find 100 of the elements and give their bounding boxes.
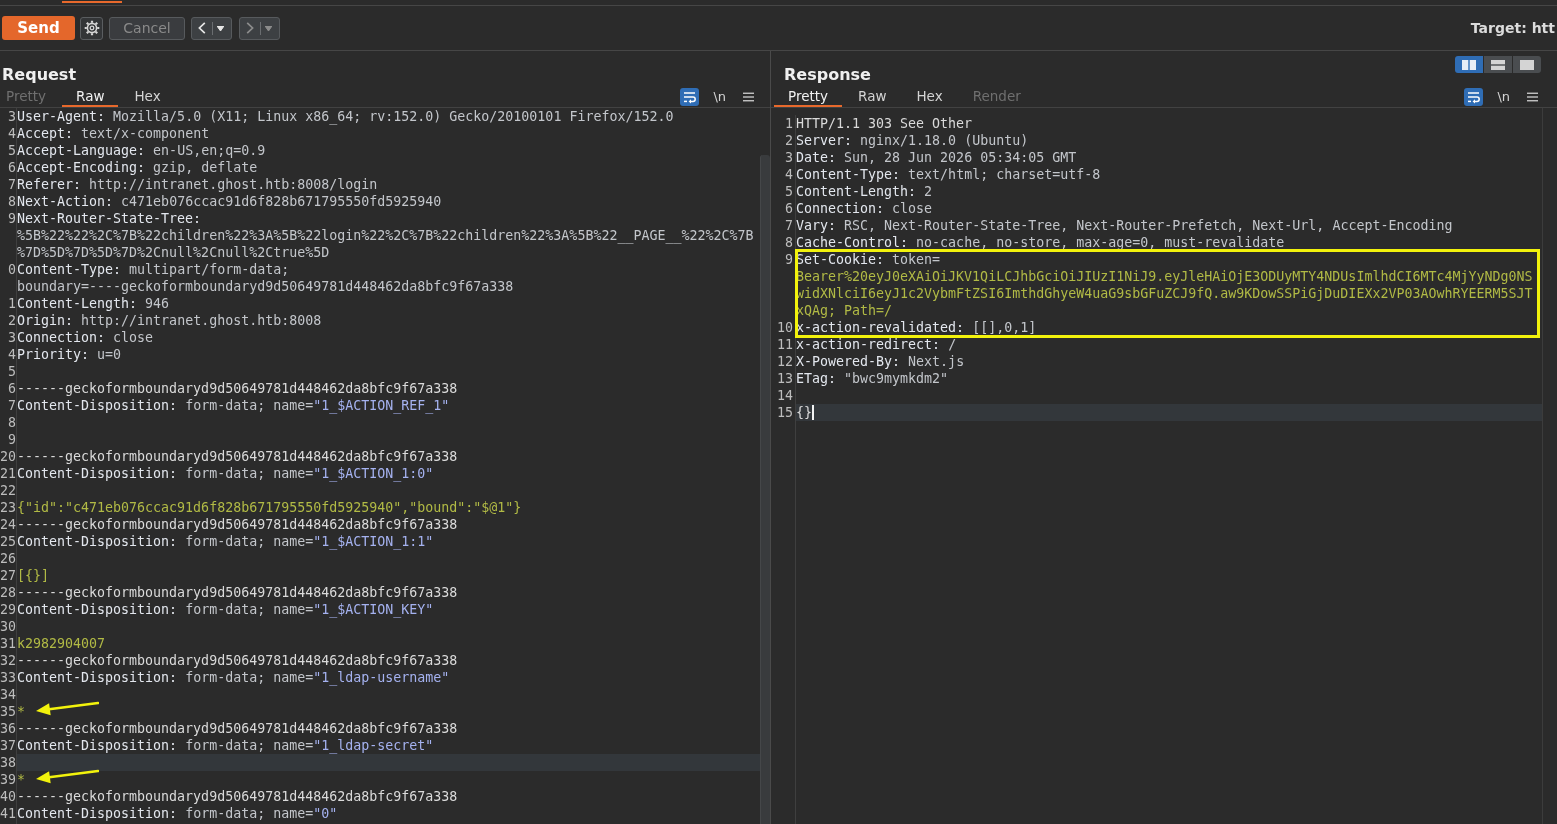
line-number: 13 xyxy=(771,370,796,387)
line-number: 32 xyxy=(0,652,17,669)
line-number: 1 xyxy=(0,295,17,312)
line-number: 4 xyxy=(0,346,17,363)
code-line: Content-Disposition: form-data; name="0" xyxy=(17,805,338,822)
code-line: Next-Action: c471eb076ccac91d6f828b671795550fd5925940 xyxy=(17,193,442,210)
code-line: Date: Sun, 28 Jun 2026 05:34:05 GMT xyxy=(796,149,1077,166)
code-line: Content-Disposition: form-data; name="1_$ACTION_KEY" xyxy=(17,601,434,618)
code-line: * xyxy=(17,771,25,788)
code-line: ------geckoformboundaryd9d50649781d448462da8bfc9f67a338 xyxy=(17,720,458,737)
code-line: ------geckoformboundaryd9d50649781d448462da8bfc9f67a338 xyxy=(17,788,458,805)
line-number: 39 xyxy=(0,771,17,788)
line-number: 9 xyxy=(0,210,17,261)
line-number: 31 xyxy=(0,635,17,652)
code-line: Accept-Encoding: gzip, deflate xyxy=(17,159,258,176)
newline-toggle[interactable]: \n xyxy=(709,88,730,105)
code-line: Referer: http://intranet.ghost.htb:8008/login xyxy=(17,176,378,193)
layout-button[interactable] xyxy=(1455,56,1483,73)
line-number: 8 xyxy=(771,234,796,251)
code-line: {"id":"c471eb076ccac91d6f828b671795550fd5925940","bound":"$@1"} xyxy=(17,499,522,516)
line-number: 3 xyxy=(0,329,17,346)
line-number: 1 xyxy=(771,115,796,132)
chevron-left-icon xyxy=(198,22,206,34)
code-line: Content-Length: 946 xyxy=(17,295,170,312)
code-line: Vary: RSC, Next-Router-State-Tree, Next-Router-Prefetch, Next-Url, Accept-Encoding xyxy=(796,217,1453,234)
tab[interactable]: Pretty xyxy=(774,86,843,107)
line-number: 5 xyxy=(0,363,17,380)
line-number: 33 xyxy=(0,669,17,686)
line-number: 8 xyxy=(0,193,17,210)
settings-icon xyxy=(83,20,100,36)
line-number: 14 xyxy=(771,387,796,404)
code-line: Accept: text/x-component xyxy=(17,125,210,142)
chevron-right-icon xyxy=(246,22,254,34)
scrollbar[interactable] xyxy=(760,155,770,824)
code-line: ------geckoformboundaryd9d50649781d448462da8bfc9f67a338 xyxy=(17,652,458,669)
code-line: ------geckoformboundaryd9d50649781d448462da8bfc9f67a338 xyxy=(17,448,458,465)
line-number: 40 xyxy=(0,788,17,805)
code-line: Content-Disposition: form-data; name="1_ldap-username" xyxy=(17,669,450,686)
code-line: Server: nginx/1.18.0 (Ubuntu) xyxy=(796,132,1029,149)
line-number: 2 xyxy=(771,132,796,149)
two-rows-icon xyxy=(1491,59,1505,70)
layout-button[interactable] xyxy=(1513,56,1541,73)
caret-down-icon xyxy=(217,25,224,31)
code-line: User-Agent: Mozilla/5.0 (X11; Linux x86_64; rv:152.0) Gecko/20100101 Firefox/152.0 xyxy=(17,108,674,125)
settings-button[interactable] xyxy=(80,16,103,40)
word-wrap-icon[interactable] xyxy=(680,87,700,106)
code-line: {} xyxy=(796,404,812,421)
line-number: 22 xyxy=(0,482,17,499)
two-columns-icon xyxy=(1462,59,1476,70)
line-number: 23 xyxy=(0,499,17,516)
menu-icon[interactable] xyxy=(743,91,754,102)
line-number: 0 xyxy=(0,261,17,295)
line-number: 10 xyxy=(771,319,796,336)
line-number: 5 xyxy=(771,183,796,200)
line-number: 2 xyxy=(0,312,17,329)
single-pane-icon xyxy=(1520,59,1534,70)
code-line: ------geckoformboundaryd9d50649781d448462da8bfc9f67a338 xyxy=(17,584,458,601)
code-line: HTTP/1.1 303 See Other xyxy=(796,115,973,132)
line-number: 12 xyxy=(771,353,796,370)
caret-down-icon xyxy=(265,25,272,31)
code-line: x-action-revalidated: [[],0,1] xyxy=(796,319,1037,336)
line-number: 20 xyxy=(0,448,17,465)
line-number: 6 xyxy=(0,380,17,397)
code-line: X-Powered-By: Next.js xyxy=(796,353,965,370)
tab[interactable]: Raw xyxy=(62,86,119,107)
code-line: Cache-Control: no-cache, no-store, max-age=0, must-revalidate xyxy=(796,234,1285,251)
line-number: 4 xyxy=(0,125,17,142)
line-number: 8 xyxy=(0,414,17,431)
line-number: 24 xyxy=(0,516,17,533)
word-wrap-icon[interactable] xyxy=(1464,87,1484,106)
back-button[interactable] xyxy=(191,16,232,40)
line-number: 5 xyxy=(0,142,17,159)
line-number: 3 xyxy=(771,149,796,166)
code-line: Origin: http://intranet.ghost.htb:8008 xyxy=(17,312,322,329)
newline-toggle[interactable]: \n xyxy=(1493,88,1514,105)
code-line: Connection: close xyxy=(796,200,933,217)
line-number: 6 xyxy=(771,200,796,217)
line-number: 21 xyxy=(0,465,17,482)
line-number: 34 xyxy=(0,686,17,703)
tab[interactable]: Raw xyxy=(844,86,901,107)
code-line: Connection: close xyxy=(17,329,154,346)
line-number: 7 xyxy=(771,217,796,234)
tab[interactable]: Hex xyxy=(902,86,957,107)
code-line: Content-Type: multipart/form-data; boundary=----geckoformboundaryd9d50649781d448462da8bfc9f67a338 xyxy=(17,261,514,295)
code-line: k2982904007 xyxy=(17,635,106,652)
line-number: 4 xyxy=(771,166,796,183)
line-number: 6 xyxy=(0,159,17,176)
menu-icon[interactable] xyxy=(1527,91,1538,102)
line-number: 9 xyxy=(771,251,796,319)
code-line: ------geckoformboundaryd9d50649781d448462da8bfc9f67a338 xyxy=(17,380,458,397)
line-number: 7 xyxy=(0,176,17,193)
code-line: Content-Disposition: form-data; name="1_$ACTION_REF_1" xyxy=(17,397,450,414)
code-line: [{}] xyxy=(17,567,50,584)
code-line: Content-Length: 2 xyxy=(796,183,933,200)
line-number: 29 xyxy=(0,601,17,618)
code-line: * xyxy=(17,703,25,720)
line-number: 7 xyxy=(0,397,17,414)
layout-button[interactable] xyxy=(1484,56,1512,73)
code-line: ------geckoformboundaryd9d50649781d448462da8bfc9f67a338 xyxy=(17,516,458,533)
tab[interactable]: Hex xyxy=(120,86,175,107)
